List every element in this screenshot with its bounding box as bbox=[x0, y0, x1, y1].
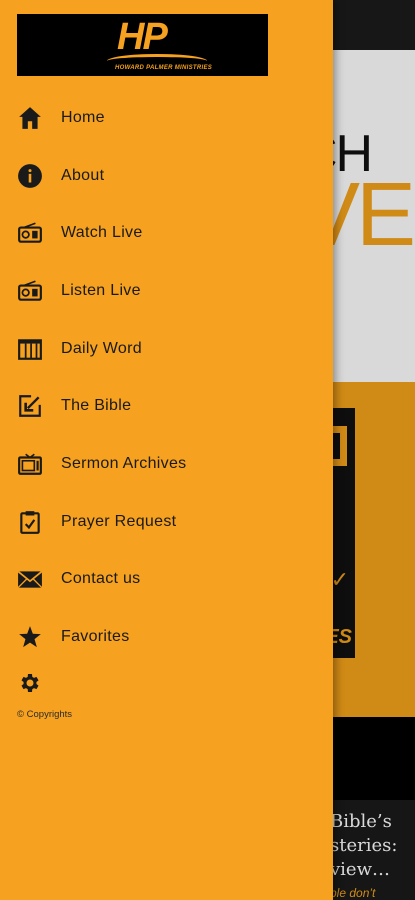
home-icon bbox=[17, 105, 43, 131]
menu-item-listen-live[interactable]: Listen Live bbox=[0, 262, 333, 320]
menu-item-the-bible[interactable]: The Bible bbox=[0, 377, 333, 435]
settings-button[interactable] bbox=[17, 671, 43, 697]
menu-label: The Bible bbox=[61, 397, 132, 415]
menu-label: Favorites bbox=[61, 628, 130, 646]
menu-label: Listen Live bbox=[61, 281, 141, 299]
logo-mark: HP bbox=[117, 16, 168, 58]
menu-item-about[interactable]: About bbox=[0, 147, 333, 205]
menu-item-sermon-archives[interactable]: Sermon Archives bbox=[0, 435, 333, 493]
star-icon bbox=[17, 624, 43, 650]
info-icon bbox=[17, 163, 43, 189]
navigation-drawer: HP HOWARD PALMER MINISTRIES Home About W… bbox=[0, 0, 333, 900]
menu-item-watch-live[interactable]: Watch Live bbox=[0, 204, 333, 262]
copyright-text: © Copyrights bbox=[17, 709, 73, 720]
radio-icon bbox=[17, 220, 43, 246]
logo-subtitle: HOWARD PALMER MINISTRIES bbox=[115, 65, 213, 71]
menu-label: Daily Word bbox=[61, 339, 142, 357]
menu-label: Home bbox=[61, 108, 105, 126]
clipboard-check-icon bbox=[17, 509, 43, 535]
menu-item-prayer-request[interactable]: Prayer Request bbox=[0, 493, 333, 551]
mail-icon bbox=[17, 566, 43, 592]
drawer-menu: Home About Watch Live Listen Live Daily … bbox=[0, 89, 333, 666]
menu-item-daily-word[interactable]: Daily Word bbox=[0, 320, 333, 378]
ministry-logo: HP HOWARD PALMER MINISTRIES bbox=[17, 14, 268, 76]
drawer-scrim[interactable] bbox=[333, 0, 415, 900]
edit-arrow-icon bbox=[17, 393, 43, 419]
menu-label: Contact us bbox=[61, 570, 141, 588]
menu-item-favorites[interactable]: Favorites bbox=[0, 608, 333, 666]
menu-label: Sermon Archives bbox=[61, 454, 187, 472]
gear-icon bbox=[17, 674, 41, 699]
radio-icon bbox=[17, 278, 43, 304]
menu-item-contact-us[interactable]: Contact us bbox=[0, 551, 333, 609]
menu-item-home[interactable]: Home bbox=[0, 89, 333, 147]
calendar-grid-icon bbox=[17, 336, 43, 362]
menu-label: About bbox=[61, 166, 105, 184]
tv-icon bbox=[17, 451, 43, 477]
menu-label: Prayer Request bbox=[61, 512, 177, 530]
menu-label: Watch Live bbox=[61, 224, 143, 242]
